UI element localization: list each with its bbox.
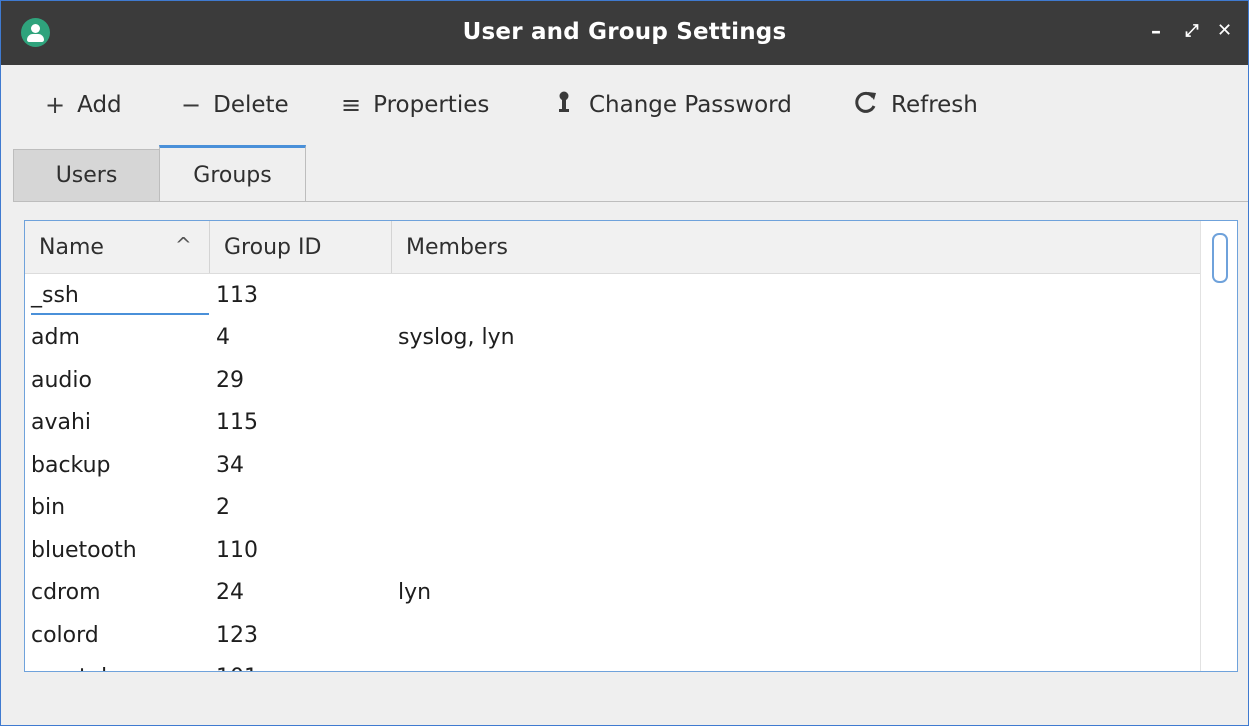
cell-name: bluetooth bbox=[31, 537, 137, 563]
delete-button-label: Delete bbox=[213, 92, 289, 118]
refresh-button-label: Refresh bbox=[891, 92, 978, 118]
title-bar[interactable]: User and Group Settings – ⤢ ✕ bbox=[1, 1, 1248, 65]
window-title: User and Group Settings bbox=[462, 19, 787, 45]
cell-group-id: 4 bbox=[216, 325, 230, 351]
table-row[interactable]: bluetooth 110 bbox=[25, 529, 1200, 572]
minimize-icon: – bbox=[1151, 19, 1161, 43]
cell-name: avahi bbox=[31, 410, 92, 436]
tab-groups-label: Groups bbox=[193, 162, 272, 188]
cell-group-id: 2 bbox=[216, 495, 230, 521]
minimize-button[interactable]: – bbox=[1151, 19, 1161, 43]
cell-group-id: 123 bbox=[216, 622, 258, 648]
cell-name: adm bbox=[31, 325, 80, 351]
cell-members: lyn bbox=[398, 580, 432, 606]
column-header-group-id[interactable]: Group ID bbox=[210, 221, 391, 273]
tab-groups[interactable]: Groups bbox=[159, 145, 306, 202]
table-row[interactable]: backup 34 bbox=[25, 444, 1200, 487]
table-row[interactable]: cdrom 24 lyn bbox=[25, 572, 1200, 615]
tab-divider bbox=[13, 201, 1248, 202]
cell-name: bin bbox=[31, 495, 66, 521]
tab-users[interactable]: Users bbox=[13, 149, 160, 201]
table-body: _ssh 113 adm 4 syslog, lyn audio 29 avah… bbox=[25, 274, 1200, 671]
toolbar: + Add − Delete ≡ Properties Change Passw… bbox=[1, 65, 1248, 145]
refresh-button[interactable]: Refresh bbox=[853, 87, 978, 123]
cell-group-id: 115 bbox=[216, 410, 258, 436]
cell-name: backup bbox=[31, 452, 111, 478]
table-row[interactable]: colord 123 bbox=[25, 614, 1200, 657]
cell-name: cdrom bbox=[31, 580, 101, 606]
cell-name: audio bbox=[31, 367, 92, 393]
cell-group-id: 110 bbox=[216, 537, 258, 563]
column-header-name-label: Name bbox=[39, 234, 104, 260]
cell-group-id: 29 bbox=[216, 367, 244, 393]
column-header-members[interactable]: Members bbox=[392, 221, 1200, 273]
table-row[interactable]: crontab 101 bbox=[25, 657, 1200, 671]
properties-button-label: Properties bbox=[373, 92, 490, 118]
cell-name: crontab bbox=[31, 657, 115, 671]
table-row[interactable]: _ssh 113 bbox=[25, 274, 1200, 317]
user-group-settings-window: User and Group Settings – ⤢ ✕ + Add − De… bbox=[0, 0, 1249, 726]
cell-group-id: 101 bbox=[216, 657, 258, 671]
maximize-button[interactable]: ⤢ bbox=[1185, 21, 1199, 41]
list-icon: ≡ bbox=[341, 91, 362, 119]
vertical-scrollbar[interactable] bbox=[1200, 221, 1237, 671]
cell-name: _ssh bbox=[31, 282, 79, 308]
delete-button[interactable]: − Delete bbox=[181, 87, 289, 123]
cell-group-id: 113 bbox=[216, 282, 258, 308]
table-row[interactable]: audio 29 bbox=[25, 359, 1200, 402]
close-icon: ✕ bbox=[1217, 20, 1233, 41]
properties-button[interactable]: ≡ Properties bbox=[341, 87, 489, 123]
table-row[interactable]: avahi 115 bbox=[25, 402, 1200, 445]
plus-icon: + bbox=[45, 91, 66, 119]
sort-ascending-icon: ^ bbox=[175, 233, 192, 257]
change-password-button[interactable]: Change Password bbox=[557, 87, 792, 123]
tab-users-label: Users bbox=[55, 163, 118, 188]
column-header-group-id-label: Group ID bbox=[224, 234, 322, 260]
maximize-icon: ⤢ bbox=[1185, 21, 1199, 41]
table-header: Name ^ Group ID Members bbox=[25, 221, 1200, 274]
refresh-icon bbox=[853, 89, 879, 121]
add-button[interactable]: + Add bbox=[45, 87, 122, 123]
cell-group-id: 34 bbox=[216, 452, 244, 478]
change-password-button-label: Change Password bbox=[589, 92, 792, 118]
close-button[interactable]: ✕ bbox=[1217, 20, 1232, 41]
cell-members: syslog, lyn bbox=[398, 325, 515, 351]
add-button-label: Add bbox=[77, 92, 122, 118]
key-icon bbox=[557, 91, 571, 119]
column-header-members-label: Members bbox=[406, 234, 508, 260]
focus-indicator bbox=[31, 313, 209, 315]
minus-icon: − bbox=[181, 91, 202, 119]
cell-group-id: 24 bbox=[216, 580, 244, 606]
groups-table: Name ^ Group ID Members _ssh 113 adm 4 s… bbox=[24, 220, 1238, 672]
table-row[interactable]: bin 2 bbox=[25, 487, 1200, 530]
column-header-name[interactable]: Name ^ bbox=[25, 221, 209, 273]
cell-name: colord bbox=[31, 622, 99, 648]
table-row[interactable]: adm 4 syslog, lyn bbox=[25, 317, 1200, 360]
scrollbar-thumb[interactable] bbox=[1212, 233, 1228, 283]
